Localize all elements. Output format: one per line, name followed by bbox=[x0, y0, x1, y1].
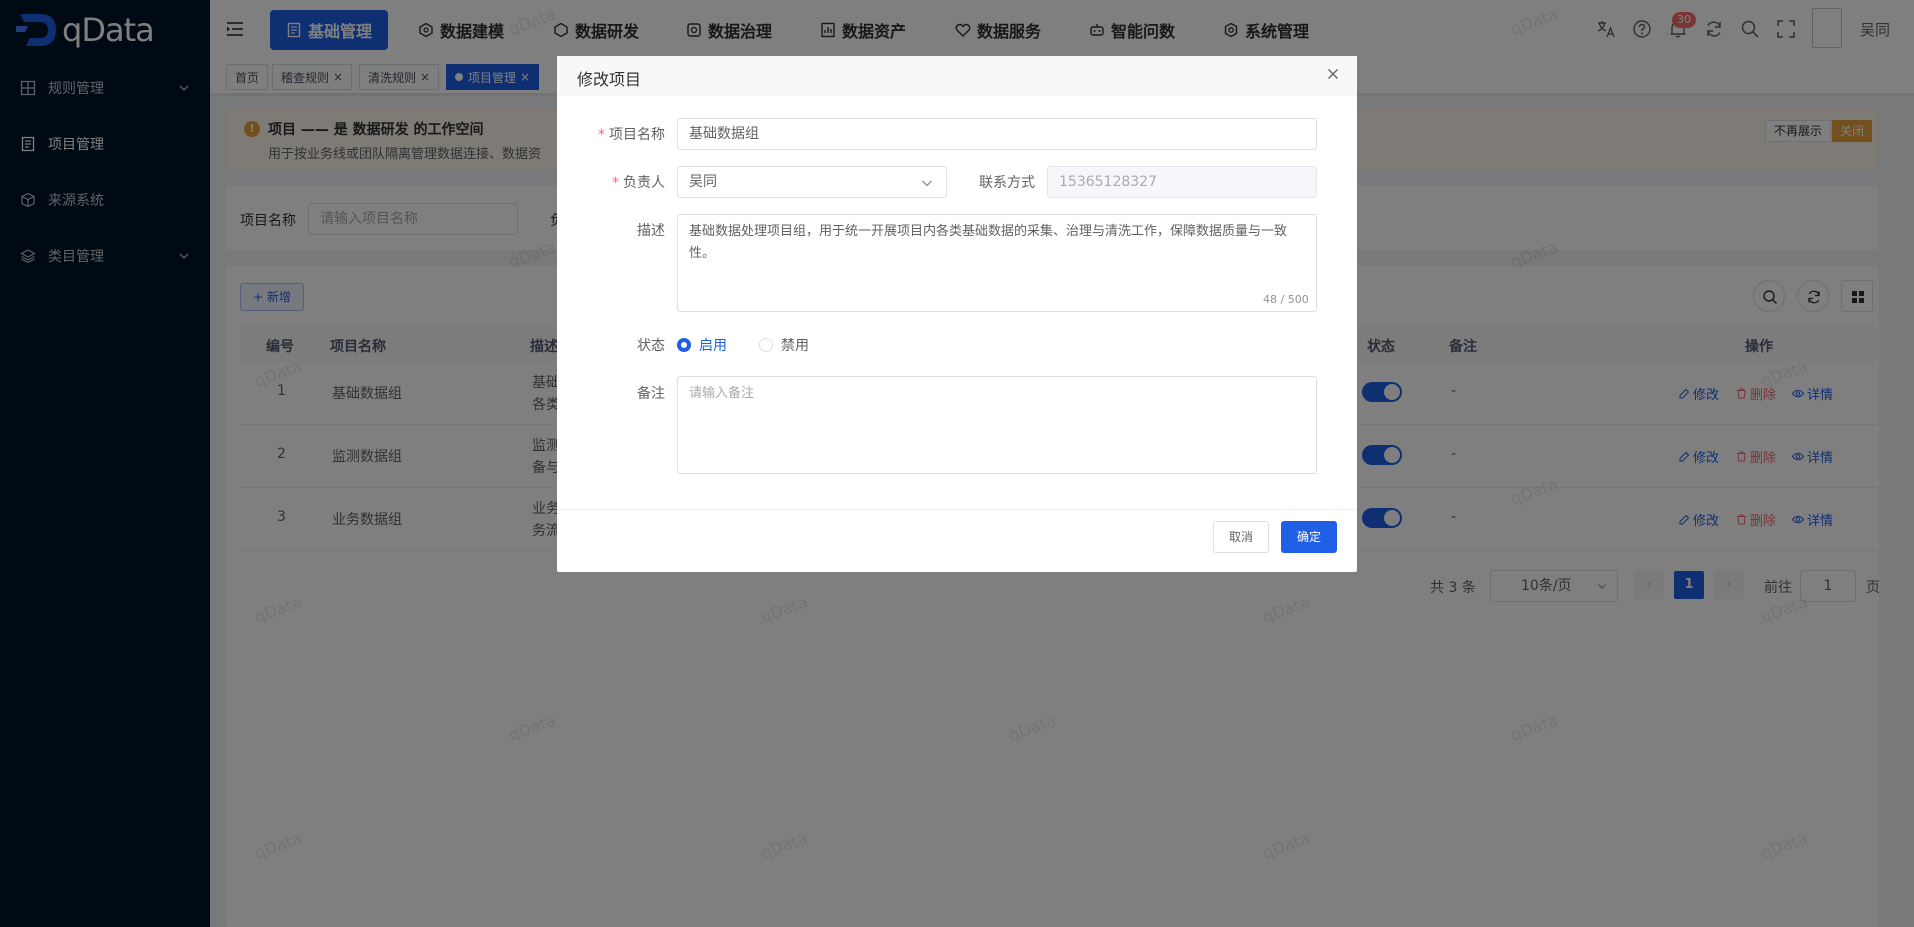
radio-checked-icon bbox=[677, 338, 691, 352]
owner-select[interactable]: 吴同 bbox=[677, 166, 947, 198]
field-label-remark: 备注 bbox=[637, 386, 665, 402]
chevron-down-icon bbox=[922, 180, 932, 187]
dialog-header bbox=[557, 56, 1357, 96]
description-text: 基础数据处理项目组，用于统一开展项目内各类基础数据的采集、治理与清洗工作，保障数… bbox=[689, 224, 1288, 261]
dialog-title: 修改项目 bbox=[577, 70, 642, 89]
field-label-status: 状态 bbox=[637, 338, 665, 354]
status-enabled-radio[interactable]: 启用 bbox=[677, 335, 727, 355]
field-label-owner: * 负责人 bbox=[612, 175, 665, 191]
radio-unchecked-icon bbox=[759, 338, 773, 352]
contact-input: 15365128327 bbox=[1047, 166, 1317, 198]
close-icon[interactable] bbox=[1325, 66, 1341, 82]
description-textarea[interactable]: 基础数据处理项目组，用于统一开展项目内各类基础数据的采集、治理与清洗工作，保障数… bbox=[677, 214, 1317, 312]
radio-label: 启用 bbox=[699, 338, 727, 354]
remark-textarea[interactable]: 请输入备注 bbox=[677, 376, 1317, 474]
cancel-button[interactable]: 取消 bbox=[1213, 521, 1269, 553]
label-text: 项目名称 bbox=[609, 127, 665, 143]
description-char-count: 48 / 500 bbox=[1263, 293, 1309, 306]
remark-placeholder: 请输入备注 bbox=[689, 386, 755, 401]
status-disabled-radio[interactable]: 禁用 bbox=[759, 335, 809, 355]
confirm-button[interactable]: 确定 bbox=[1281, 521, 1337, 553]
dialog-footer-divider bbox=[557, 509, 1357, 510]
field-label-name: * 项目名称 bbox=[598, 127, 665, 143]
project-name-input[interactable]: 基础数据组 bbox=[677, 118, 1317, 150]
field-label-desc: 描述 bbox=[637, 223, 665, 239]
field-label-contact: 联系方式 bbox=[979, 175, 1035, 191]
radio-label: 禁用 bbox=[781, 338, 809, 354]
label-text: 负责人 bbox=[623, 175, 665, 191]
